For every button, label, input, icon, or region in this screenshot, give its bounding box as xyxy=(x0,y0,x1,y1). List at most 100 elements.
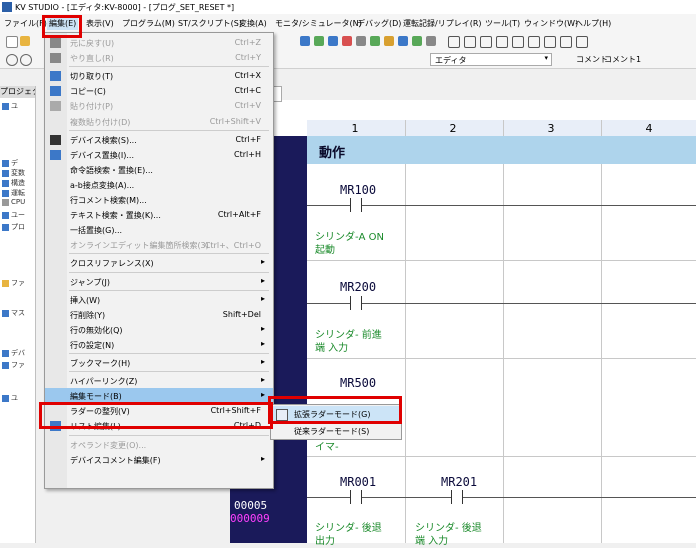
menu-item[interactable]: やり直し(R) Ctrl+Y xyxy=(45,50,273,66)
column-header: 1 2 3 4 xyxy=(307,120,696,137)
menu-item[interactable]: テキスト検索・置換(K)... Ctrl+Alt+F xyxy=(45,207,273,223)
tree-item[interactable]: デバ xyxy=(2,348,25,358)
menu-view[interactable]: 表示(V) xyxy=(86,18,114,29)
device-icon[interactable] xyxy=(412,36,422,46)
ladder-icon[interactable] xyxy=(384,36,394,46)
device-label[interactable]: MR500 xyxy=(340,376,376,390)
menu-monitor-simulator[interactable]: モニタ/シミュレータ(N) xyxy=(275,18,362,29)
transfer-icon[interactable] xyxy=(300,36,310,46)
grid-icon[interactable] xyxy=(398,36,408,46)
menu-item-label: デバイス置換(I)... xyxy=(70,150,134,160)
menu-item[interactable]: ブックマーク(H) ▸ xyxy=(45,355,273,371)
chart-icon[interactable] xyxy=(370,36,380,46)
menu-item-label: オペランド変更(O)... xyxy=(70,440,147,450)
menu-item[interactable]: 行の無効化(Q) ▸ xyxy=(45,322,273,338)
menu-convert[interactable]: 変換(A) xyxy=(239,18,267,29)
device-label[interactable]: MR200 xyxy=(340,280,376,294)
menu-item-shortcut: Ctrl+Y xyxy=(235,53,261,63)
monitor-icon[interactable] xyxy=(314,36,324,46)
menu-item-label: オンラインエディット編集箇所検索(3) xyxy=(70,241,209,251)
f9-icon[interactable] xyxy=(544,36,556,48)
coil-reset-icon[interactable] xyxy=(528,36,540,48)
project-tree: ユ デ 変数 構造 運転 CPU ユー プロ ファ マス デバ ファ ユ xyxy=(0,98,35,543)
menu-window[interactable]: ウィンドウ(W) xyxy=(524,18,578,29)
menu-item[interactable]: 行の設定(N) ▸ xyxy=(45,337,273,353)
menu-operation-record[interactable]: 運転記録/リプレイ(R) xyxy=(403,18,482,29)
menu-item[interactable]: 一括置換(G)... xyxy=(45,222,273,238)
device-comment: シリンダ-A ON xyxy=(315,232,384,243)
menu-item[interactable]: オペランド変更(O)... xyxy=(45,437,273,453)
master-icon xyxy=(2,309,9,317)
contact[interactable] xyxy=(350,198,362,212)
device-label[interactable]: MR100 xyxy=(340,183,376,197)
menu-program[interactable]: プログラム(M) xyxy=(122,18,175,29)
menu-item[interactable]: 切り取り(T) Ctrl+X xyxy=(45,68,273,84)
menu-item[interactable]: 挿入(W) ▸ xyxy=(45,292,273,308)
menu-item[interactable]: 複数貼り付け(D) Ctrl+Shift+V xyxy=(45,114,273,130)
menu-tools[interactable]: ツール(T) xyxy=(485,18,520,29)
open-folder-icon[interactable] xyxy=(20,36,30,46)
project-tab[interactable]: プロジェクト xyxy=(0,86,35,98)
contact-down-icon[interactable] xyxy=(496,36,508,48)
tree-item[interactable]: プロ xyxy=(2,222,25,232)
redo-icon xyxy=(50,53,61,64)
menu-item[interactable]: 行削除(Y) Shift+Del xyxy=(45,307,273,323)
step-number: 000009 xyxy=(230,512,270,525)
menu-item[interactable]: a-b接点変換(A)... xyxy=(45,177,273,193)
contact[interactable] xyxy=(350,490,362,504)
menu-item[interactable]: 貼り付け(P) Ctrl+V xyxy=(45,98,273,114)
menu-item[interactable]: デバイス検索(S)... Ctrl+F xyxy=(45,132,273,148)
tree-item[interactable]: ファ xyxy=(2,360,25,370)
editor-dropdown-value: エディタ xyxy=(435,56,467,65)
menu-item[interactable]: ジャンプ(J) ▸ xyxy=(45,274,273,290)
menu-item-shortcut: Ctrl+C xyxy=(234,86,261,96)
new-file-icon[interactable] xyxy=(6,36,18,48)
tree-item[interactable]: ユ xyxy=(2,101,18,111)
menu-file[interactable]: ファイル(F) xyxy=(4,18,47,29)
tree-item[interactable]: 構造 xyxy=(2,178,25,188)
menu-st-script[interactable]: ST/スクリプト(S) xyxy=(178,18,242,29)
contact-up-icon[interactable] xyxy=(480,36,492,48)
tree-item[interactable]: CPU xyxy=(2,198,25,208)
f10-icon[interactable] xyxy=(560,36,572,48)
comment1-label[interactable]: コメント1 xyxy=(604,54,641,65)
contact[interactable] xyxy=(350,296,362,310)
contact-a-icon[interactable] xyxy=(448,36,460,48)
f11-icon[interactable] xyxy=(576,36,588,48)
menu-item[interactable]: オンラインエディット編集箇所検索(3) Ctrl+、Ctrl+O xyxy=(45,237,273,253)
menu-item[interactable]: デバイスコメント編集(F) ▸ xyxy=(45,452,273,468)
menu-item[interactable]: デバイス置換(I)... Ctrl+H xyxy=(45,147,273,163)
tree-item[interactable]: ユー xyxy=(2,210,25,220)
menu-item-label: 複数貼り付け(D) xyxy=(70,117,131,127)
window-icon[interactable] xyxy=(426,36,436,46)
menu-item[interactable]: コピー(C) Ctrl+C xyxy=(45,83,273,99)
tree-item[interactable]: ファ xyxy=(2,278,25,288)
menu-item-shortcut: Ctrl+X xyxy=(234,71,261,81)
read-icon[interactable] xyxy=(328,36,338,46)
device-comment: 出力 xyxy=(315,536,335,547)
menu-help[interactable]: ヘルプ(H) xyxy=(575,18,611,29)
coil-icon[interactable] xyxy=(512,36,524,48)
contact[interactable] xyxy=(451,490,463,504)
tree-item[interactable]: 運転 xyxy=(2,188,25,198)
device-comment: 起動 xyxy=(315,245,335,256)
contact-b-icon[interactable] xyxy=(464,36,476,48)
submenu-arrow-icon: ▸ xyxy=(260,275,265,285)
zoom-in-icon[interactable] xyxy=(6,54,18,66)
menu-item[interactable]: クロスリファレンス(X) ▸ xyxy=(45,255,273,271)
tree-item[interactable]: ユ xyxy=(2,393,18,403)
verify-icon[interactable] xyxy=(342,36,352,46)
search-tool-icon[interactable] xyxy=(356,36,366,46)
submenu-item-legacy-ladder[interactable]: 従来ラダーモード(S) xyxy=(272,424,400,438)
menu-item[interactable]: 行コメント検索(M)... xyxy=(45,192,273,208)
menu-item[interactable]: 命令語検索・置換(E)... xyxy=(45,162,273,178)
tree-item[interactable]: デ xyxy=(2,158,18,168)
zoom-out-icon[interactable] xyxy=(20,54,32,66)
menu-item[interactable]: ハイパーリンク(Z) ▸ xyxy=(45,373,273,389)
tree-item[interactable]: 変数 xyxy=(2,168,25,178)
editor-dropdown[interactable]: エディタ ▾ xyxy=(430,53,552,66)
menu-debug[interactable]: デバッグ(D) xyxy=(357,18,401,29)
device-label[interactable]: MR201 xyxy=(441,475,477,489)
tree-item[interactable]: マス xyxy=(2,308,25,318)
device-label[interactable]: MR001 xyxy=(340,475,376,489)
